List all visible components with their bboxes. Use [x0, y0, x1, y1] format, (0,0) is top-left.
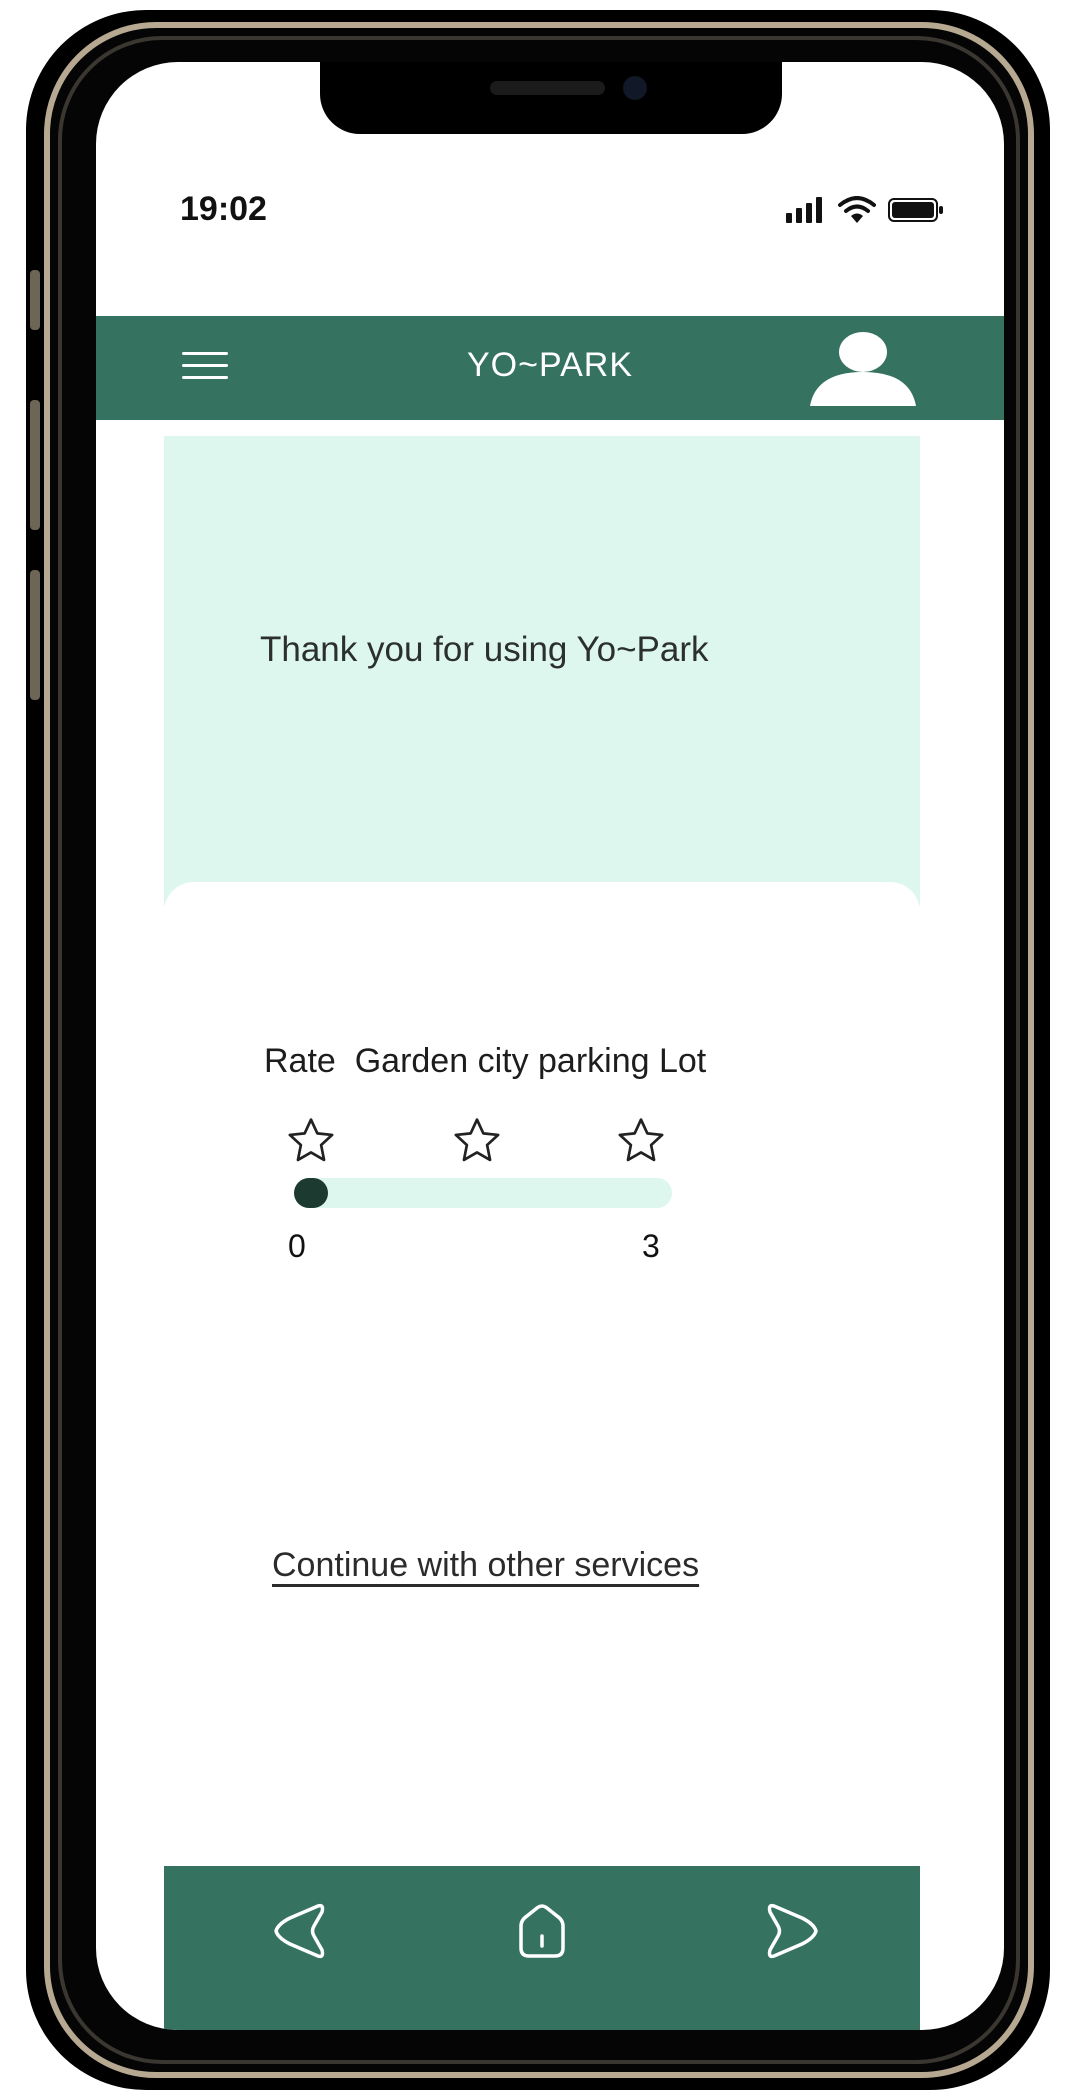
status-icons [786, 196, 944, 224]
battery-icon [888, 198, 943, 222]
notch [320, 62, 782, 134]
signal-icon [786, 197, 822, 223]
bottom-navigation [164, 1866, 920, 2030]
star-outline-icon[interactable] [284, 1114, 338, 1168]
home-icon[interactable] [507, 1896, 577, 1966]
user-profile-icon[interactable] [808, 330, 918, 412]
earpiece-speaker [490, 81, 605, 95]
volume-up-button [30, 400, 40, 530]
wifi-icon [838, 196, 876, 223]
star-outline-icon[interactable] [450, 1114, 504, 1168]
continue-services-link[interactable]: Continue with other services [272, 1546, 699, 1585]
volume-down-button [30, 570, 40, 700]
app-header: YO~PARK [96, 316, 1004, 420]
slider-max-label: 3 [642, 1228, 660, 1264]
rating-prompt: Rate Garden city parking Lot [264, 1042, 707, 1080]
rating-slider[interactable] [294, 1178, 672, 1208]
rating-card: Rate Garden city parking Lot 0 3 Continu… [164, 882, 920, 1880]
back-icon[interactable] [264, 1896, 334, 1966]
forward-icon[interactable] [758, 1896, 828, 1966]
thank-you-panel: Thank you for using Yo~Park [164, 436, 920, 906]
front-camera [623, 76, 647, 100]
slider-min-label: 0 [288, 1228, 306, 1264]
status-time: 19:02 [180, 190, 267, 228]
star-outline-icon[interactable] [614, 1114, 668, 1168]
rating-slider-thumb[interactable] [294, 1178, 328, 1208]
thank-you-message: Thank you for using Yo~Park [260, 630, 709, 669]
mute-switch [30, 270, 40, 330]
phone-screen: 19:02 YO~PARK Thank you for using Yo~Par… [96, 62, 1004, 2030]
